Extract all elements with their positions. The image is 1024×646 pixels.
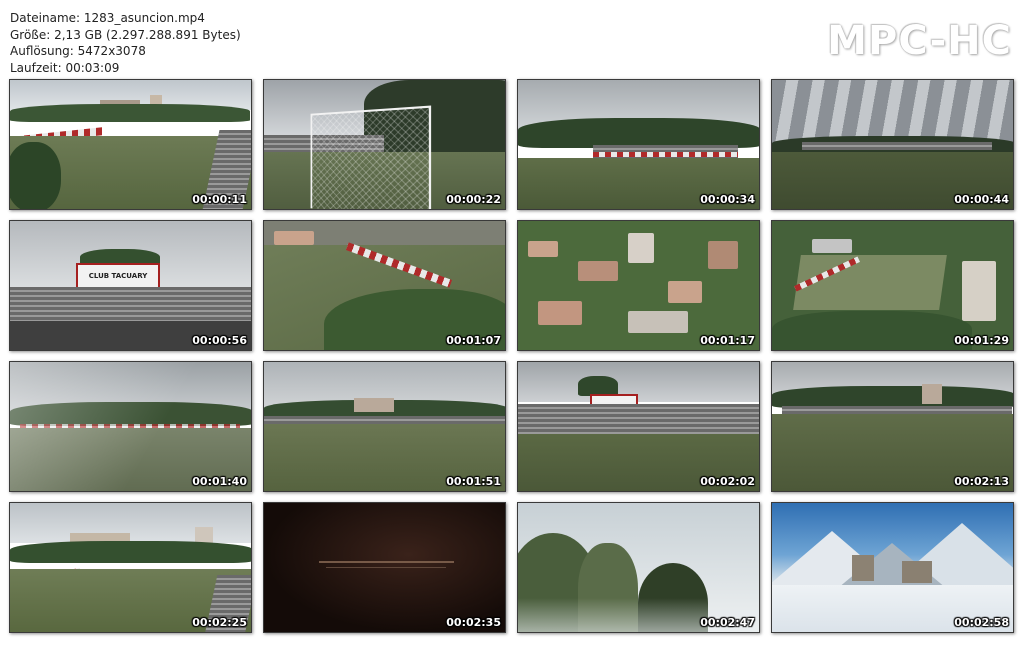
scene-title-card bbox=[264, 503, 505, 632]
scene-pitch-far-stand bbox=[518, 80, 759, 209]
scene-goal-net bbox=[264, 80, 505, 209]
thumbnail-4[interactable]: 00:00:44 bbox=[771, 79, 1014, 210]
timestamp: 00:00:11 bbox=[192, 193, 247, 206]
scene-pitch-cloudy-sky bbox=[772, 80, 1013, 209]
mpc-hc-logo: MPC-HC bbox=[827, 18, 1012, 64]
scene-karst-mountains bbox=[518, 503, 759, 632]
timestamp: 00:02:58 bbox=[954, 616, 1009, 629]
timestamp: 00:01:17 bbox=[700, 334, 755, 347]
timestamp: 00:00:34 bbox=[700, 193, 755, 206]
thumbnail-12[interactable]: 00:02:13 bbox=[771, 361, 1014, 492]
scene-pitch-low bbox=[264, 362, 505, 491]
timestamp: 00:02:13 bbox=[954, 475, 1009, 488]
thumbnail-7[interactable]: 00:01:17 bbox=[517, 220, 760, 351]
timestamp: 00:01:29 bbox=[954, 334, 1009, 347]
timestamp: 00:02:25 bbox=[192, 616, 247, 629]
scene-pitch-evening bbox=[772, 362, 1013, 491]
thumbnail-5[interactable]: CLUB TACUARY 00:00:56 bbox=[9, 220, 252, 351]
scene-grandstand-pitch bbox=[518, 362, 759, 491]
thumbnail-9[interactable]: 00:01:40 bbox=[9, 361, 252, 492]
timestamp: 00:00:22 bbox=[446, 193, 501, 206]
thumbnail-14[interactable]: 00:02:35 bbox=[263, 502, 506, 633]
thumbnail-2[interactable]: 00:00:22 bbox=[263, 79, 506, 210]
thumbnail-3[interactable]: 00:00:34 bbox=[517, 79, 760, 210]
timestamp: 00:01:40 bbox=[192, 475, 247, 488]
thumbnail-10[interactable]: 00:01:51 bbox=[263, 361, 506, 492]
file-info: Dateiname: 1283_asuncion.mp4 Größe: 2,13… bbox=[10, 10, 241, 76]
thumbnail-16[interactable]: 00:02:58 bbox=[771, 502, 1014, 633]
scene-aerial-pitch-angle bbox=[264, 221, 505, 350]
scene-snow-mountains-church bbox=[772, 503, 1013, 632]
thumbnail-8[interactable]: 00:01:29 bbox=[771, 220, 1014, 351]
timestamp: 00:00:44 bbox=[954, 193, 1009, 206]
club-sign-text: CLUB TACUARY bbox=[78, 271, 158, 281]
scene-stadium-aerial-wide bbox=[10, 80, 251, 209]
resolution-label: Auflösung: 5472x3078 bbox=[10, 43, 241, 60]
scene-grandstand-sign: CLUB TACUARY bbox=[10, 221, 251, 350]
timestamp: 00:00:56 bbox=[192, 334, 247, 347]
timestamp: 00:01:51 bbox=[446, 475, 501, 488]
thumbnail-1[interactable]: 00:00:11 bbox=[9, 79, 252, 210]
scene-aerial-stadium-city bbox=[772, 221, 1013, 350]
filesize-label: Größe: 2,13 GB (2.297.288.891 Bytes) bbox=[10, 27, 241, 44]
thumbnail-grid: 00:00:11 00:00:22 00:00:34 00:00:44 CLUB… bbox=[9, 79, 1015, 635]
thumbnail-13[interactable]: 00:02:25 bbox=[9, 502, 252, 633]
timestamp: 00:02:02 bbox=[700, 475, 755, 488]
thumbnail-11[interactable]: 00:02:02 bbox=[517, 361, 760, 492]
scene-stadium-aerial-2 bbox=[10, 503, 251, 632]
thumbnail-15[interactable]: 00:02:47 bbox=[517, 502, 760, 633]
timestamp: 00:02:47 bbox=[700, 616, 755, 629]
timestamp: 00:01:07 bbox=[446, 334, 501, 347]
scene-pitch-crossfade bbox=[10, 362, 251, 491]
scene-aerial-city bbox=[518, 221, 759, 350]
duration-label: Laufzeit: 00:03:09 bbox=[10, 60, 241, 77]
timestamp: 00:02:35 bbox=[446, 616, 501, 629]
filename-label: Dateiname: 1283_asuncion.mp4 bbox=[10, 10, 241, 27]
thumbnail-6[interactable]: 00:01:07 bbox=[263, 220, 506, 351]
